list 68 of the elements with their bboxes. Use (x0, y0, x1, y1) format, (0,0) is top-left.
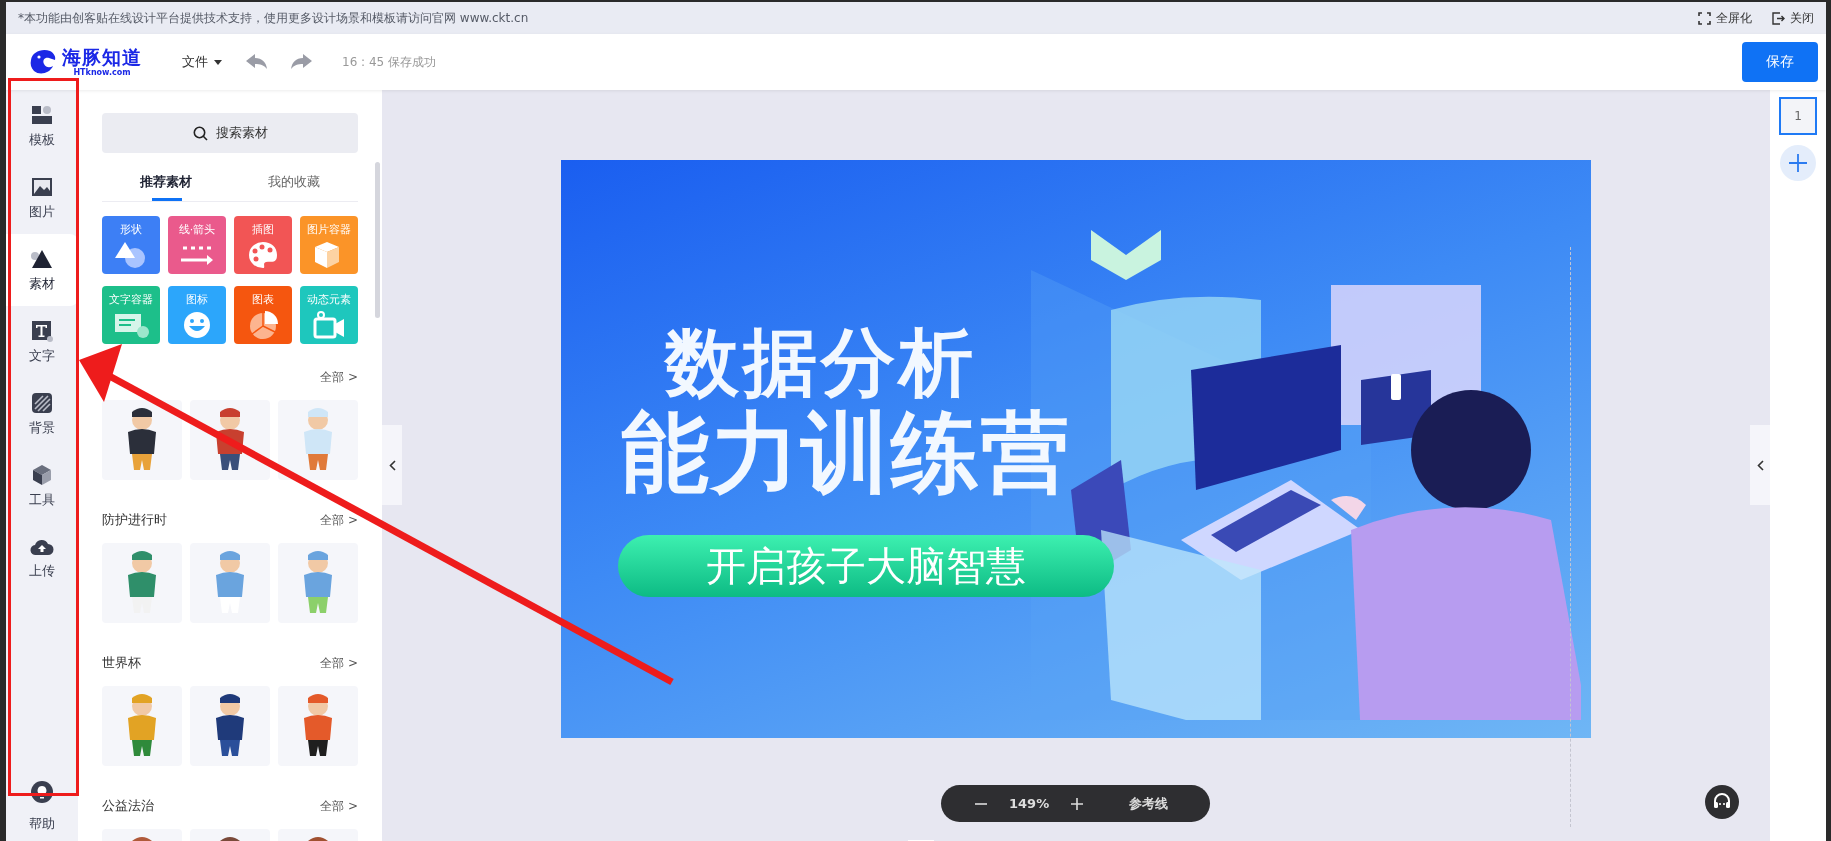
plus-icon (1789, 154, 1807, 172)
cube-icon (31, 464, 53, 486)
banner-title: 数据分析 (665, 322, 977, 404)
sticker-thumbnail[interactable] (102, 543, 182, 623)
undo-icon (246, 54, 268, 70)
sticker-thumbnail[interactable] (190, 686, 270, 766)
sidebar-tab[interactable]: 文字 (6, 306, 78, 378)
panel-tab[interactable]: 推荐素材 (102, 165, 230, 201)
search-icon (192, 125, 208, 141)
logo-name: 海豚知道 (62, 47, 142, 67)
dolphin-logo-icon (28, 48, 58, 76)
sticker-thumbnail[interactable] (190, 400, 270, 480)
caret-icon (214, 59, 222, 65)
text-icon (31, 320, 53, 342)
lightbulb-icon (31, 781, 53, 803)
guides-button[interactable]: 参考线 (1129, 794, 1169, 813)
shapes-icon (30, 248, 54, 270)
sticker-thumbnail[interactable] (278, 400, 358, 480)
zoom-in-button[interactable] (1071, 797, 1084, 810)
help-button[interactable]: 帮助 (6, 781, 78, 841)
sticker-thumbnail[interactable] (278, 543, 358, 623)
fullscreen-icon (1698, 11, 1711, 25)
search-field[interactable]: 搜索素材 (102, 113, 358, 153)
panel-tab[interactable]: 我的收藏 (230, 165, 358, 201)
notice-text: *本功能由创客贴在线设计平台提供技术支持，使用更多设计场景和模板请访问官网 www.ckt.cn (18, 9, 529, 27)
save-status: 16 : 45 保存成功 (342, 53, 437, 71)
resize-handle[interactable] (1391, 374, 1401, 400)
chevron-left-icon (1756, 459, 1764, 471)
category-tile[interactable]: 形状 (102, 216, 160, 274)
banner-title: 能力训练营 (621, 405, 1071, 502)
view-all-link[interactable]: 全部 > (320, 511, 358, 529)
sidebar-tab[interactable]: 上传 (6, 522, 78, 594)
sidebar-tab[interactable]: 素材 (6, 234, 78, 306)
close-button[interactable]: 关闭 (1772, 9, 1814, 27)
sticker-thumbnail[interactable] (278, 686, 358, 766)
add-page-button[interactable] (1780, 145, 1816, 181)
section-title: 公益法治 (102, 797, 155, 815)
sticker-thumbnail[interactable] (190, 543, 270, 623)
sidebar-tab[interactable]: 工具 (6, 450, 78, 522)
zoom-level: 149% (1009, 796, 1050, 811)
sidebar-tab[interactable]: 图片 (6, 162, 78, 234)
plus-icon (1071, 797, 1084, 810)
view-all-link[interactable]: 全部 > (320, 797, 358, 815)
undo-button[interactable] (246, 54, 268, 70)
save-button[interactable]: 保存 (1742, 42, 1818, 82)
template-icon (31, 104, 53, 126)
section-title: 防护进行时 (102, 511, 168, 529)
exit-icon (1772, 11, 1785, 25)
page-thumbnail[interactable]: 1 (1779, 97, 1817, 135)
sticker-thumbnail[interactable] (102, 400, 182, 480)
logo-domain: HTknow.com (73, 68, 131, 77)
section-title: 世界杯 (102, 654, 142, 672)
view-all-link[interactable]: 全部 > (320, 654, 358, 672)
tagline-banner: 开启孩子大脑智慧 (618, 535, 1114, 597)
view-all-link[interactable]: 全部 > (320, 368, 358, 386)
cloud-upload-icon (30, 537, 54, 557)
hatched-square-icon (31, 392, 53, 414)
redo-button[interactable] (290, 54, 312, 70)
fullscreen-button[interactable]: 全屏化 (1698, 9, 1752, 27)
file-menu[interactable]: 文件 (182, 53, 222, 71)
scrollbar[interactable] (375, 162, 380, 318)
sidebar-tab[interactable]: 背景 (6, 378, 78, 450)
chevron-left-icon (388, 459, 396, 471)
image-icon (31, 176, 53, 198)
sidebar-tab[interactable]: 模板 (6, 90, 78, 162)
sticker-thumbnail[interactable] (102, 686, 182, 766)
redo-icon (290, 54, 312, 70)
support-button[interactable] (1705, 785, 1739, 819)
